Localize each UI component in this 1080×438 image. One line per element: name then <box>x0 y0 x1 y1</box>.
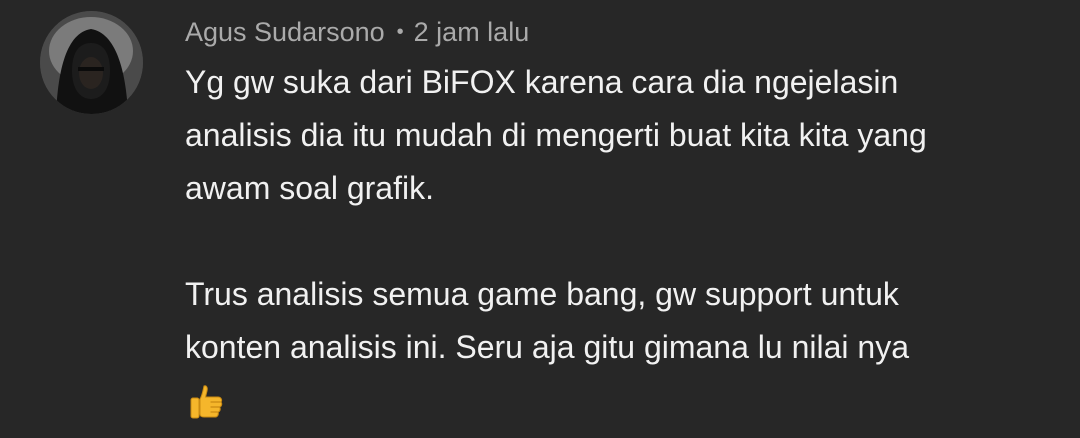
separator-dot: • <box>396 20 404 43</box>
text-line: Trus analisis semua game bang, gw suppor… <box>185 276 899 312</box>
comment-text: Yg gw suka dari BiFOX karena cara dia ng… <box>185 56 1055 427</box>
author-name[interactable]: Agus Sudarsono <box>185 17 385 48</box>
thumbs-up-icon <box>190 384 223 418</box>
emoji-line <box>185 374 1055 427</box>
avatar[interactable] <box>40 11 143 114</box>
text-line: Yg gw suka dari BiFOX karena cara dia ng… <box>185 64 899 100</box>
text-line: awam soal grafik. <box>185 170 434 206</box>
comment-item: Agus Sudarsono • 2 jam lalu Yg gw suka d… <box>0 0 1080 438</box>
comment-paragraph: Yg gw suka dari BiFOX karena cara dia ng… <box>185 56 1055 215</box>
avatar-image <box>40 11 143 114</box>
comment-paragraph: Trus analisis semua game bang, gw suppor… <box>185 268 1055 374</box>
text-line: konten analisis ini. Seru aja gitu giman… <box>185 329 909 365</box>
text-line: analisis dia itu mudah di mengerti buat … <box>185 117 927 153</box>
timestamp[interactable]: 2 jam lalu <box>414 17 530 48</box>
comment-header: Agus Sudarsono • 2 jam lalu <box>185 14 529 50</box>
